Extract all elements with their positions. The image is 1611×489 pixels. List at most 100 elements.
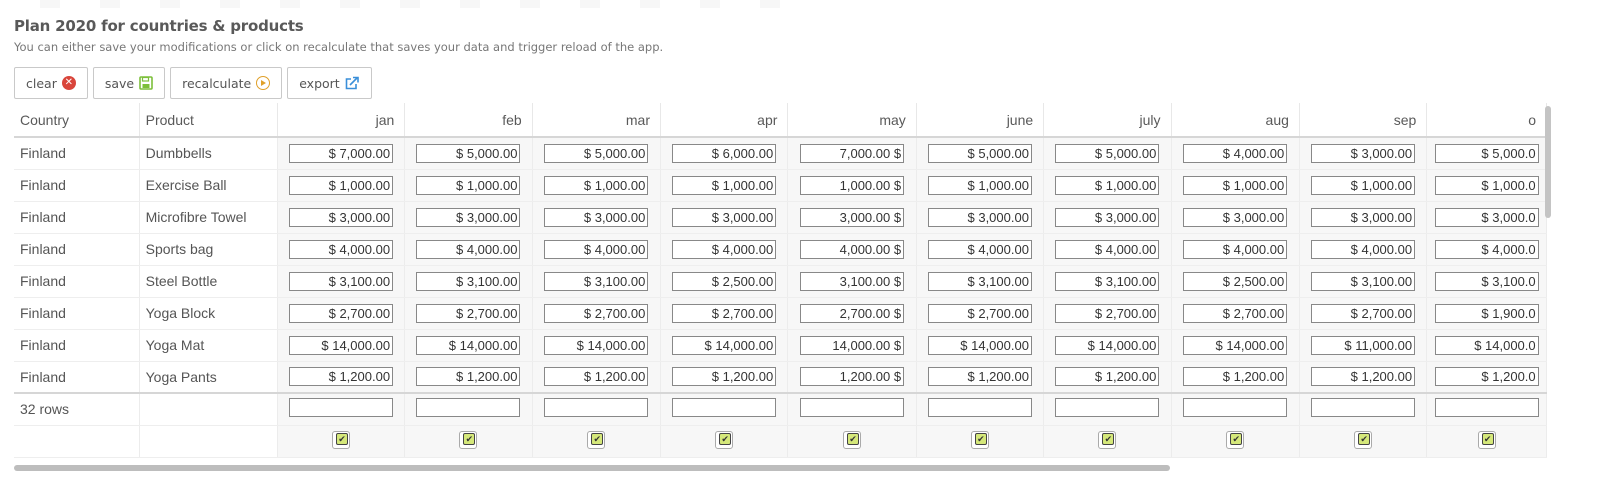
plan-value-input[interactable]: $ 5,000.00 [927,143,1032,163]
plan-value-input[interactable]: $ 2,500.00 [672,271,777,291]
plan-value-input[interactable]: $ 4,000.00 [544,239,649,259]
plan-value-input[interactable]: $ 1,000.00 [1055,175,1160,195]
plan-value-input[interactable]: $ 14,000.0 [1434,335,1539,355]
plan-value-input[interactable]: $ 1,900.0 [1434,303,1539,323]
bulk-value-input[interactable] [1055,398,1160,418]
plan-value-input[interactable]: $ 1,200.0 [1434,367,1539,387]
plan-value-input[interactable]: $ 2,700.00 [289,303,394,323]
plan-value-input[interactable]: $ 5,000.00 [416,143,521,163]
column-header-country[interactable]: Country [14,103,140,138]
apply-checkbox-icon[interactable] [1354,430,1373,449]
plan-value-input[interactable]: $ 1,200.00 [1311,367,1416,387]
plan-value-input[interactable]: $ 4,000.00 [1183,239,1288,259]
plan-value-input[interactable]: $ 1,000.00 [672,175,777,195]
plan-value-input[interactable]: $ 6,000.00 [672,143,777,163]
plan-value-input[interactable]: $ 4,000.00 [416,239,521,259]
plan-value-input[interactable]: $ 1,200.00 [289,367,394,387]
column-header-may[interactable]: may [787,103,917,138]
bulk-value-input[interactable] [927,398,1032,418]
plan-value-input[interactable]: $ 5,000.00 [544,143,649,163]
plan-value-input[interactable]: $ 1,000.00 [544,175,649,195]
plan-value-input[interactable]: $ 3,000.00 [289,207,394,227]
apply-checkbox-icon[interactable] [587,430,606,449]
plan-value-input[interactable]: $ 3,100.00 [927,271,1032,291]
plan-value-input[interactable]: $ 3,000.00 [1311,207,1416,227]
plan-value-input[interactable]: $ 3,100.00 [289,271,394,291]
apply-checkbox-icon[interactable] [970,430,989,449]
column-header-june[interactable]: june [916,103,1045,138]
plan-value-input[interactable]: $ 4,000.00 [1183,143,1288,163]
plan-value-input[interactable]: 4,000.00 $ [800,239,905,259]
plan-value-input[interactable]: $ 1,000.00 [1311,175,1416,195]
plan-value-input[interactable]: $ 1,000.00 [1183,175,1288,195]
plan-value-input[interactable]: $ 2,700.00 [544,303,649,323]
column-header-apr[interactable]: apr [660,103,789,138]
plan-value-input[interactable]: $ 3,000.00 [416,207,521,227]
plan-value-input[interactable]: $ 3,100.00 [544,271,649,291]
plan-value-input[interactable]: $ 1,200.00 [1055,367,1160,387]
plan-value-input[interactable]: 1,000.00 $ [800,175,905,195]
plan-value-input[interactable]: $ 1,200.00 [1183,367,1288,387]
plan-value-input[interactable]: $ 4,000.00 [289,239,394,259]
plan-value-input[interactable]: $ 4,000.00 [927,239,1032,259]
column-header-july[interactable]: july [1043,103,1172,138]
apply-checkbox-icon[interactable] [459,430,478,449]
bulk-value-input[interactable] [800,398,905,418]
plan-value-input[interactable]: 2,700.00 $ [800,303,905,323]
apply-checkbox-icon[interactable] [332,430,351,449]
plan-value-input[interactable]: $ 14,000.00 [927,335,1032,355]
apply-checkbox-icon[interactable] [1477,430,1496,449]
plan-value-input[interactable]: $ 14,000.00 [1055,335,1160,355]
plan-value-input[interactable]: $ 1,200.00 [927,367,1032,387]
plan-value-input[interactable]: $ 1,200.00 [416,367,521,387]
column-header-mar[interactable]: mar [532,103,662,138]
plan-value-input[interactable]: $ 1,000.00 [927,175,1032,195]
recalculate-button[interactable]: recalculate [170,67,283,99]
plan-value-input[interactable]: $ 5,000.00 [1055,143,1160,163]
apply-checkbox-icon[interactable] [843,430,862,449]
plan-value-input[interactable]: $ 3,100.00 [1311,271,1416,291]
plan-value-input[interactable]: $ 14,000.00 [672,335,777,355]
plan-value-input[interactable]: $ 2,700.00 [1055,303,1160,323]
plan-value-input[interactable]: $ 1,200.00 [544,367,649,387]
plan-value-input[interactable]: $ 3,000.00 [1055,207,1160,227]
column-header-feb[interactable]: feb [404,103,533,138]
apply-checkbox-icon[interactable] [715,430,734,449]
plan-value-input[interactable]: $ 5,000.0 [1434,143,1539,163]
plan-value-input[interactable]: $ 14,000.00 [1183,335,1288,355]
plan-value-input[interactable]: $ 3,100.00 [1055,271,1160,291]
plan-value-input[interactable]: $ 3,000.00 [672,207,777,227]
plan-value-input[interactable]: $ 7,000.00 [289,143,394,163]
bulk-value-input[interactable] [1434,398,1539,418]
plan-value-input[interactable]: 3,100.00 $ [800,271,905,291]
bulk-value-input[interactable] [544,398,649,418]
plan-value-input[interactable]: $ 1,000.0 [1434,175,1539,195]
plan-value-input[interactable]: $ 2,700.00 [1311,303,1416,323]
plan-value-input[interactable]: 14,000.00 $ [800,335,905,355]
plan-value-input[interactable]: $ 4,000.0 [1434,239,1539,259]
plan-value-input[interactable]: $ 14,000.00 [544,335,649,355]
column-header-jan[interactable]: jan [277,103,406,138]
plan-value-input[interactable]: $ 3,100.0 [1434,271,1539,291]
plan-value-input[interactable]: $ 4,000.00 [672,239,777,259]
column-header-sep[interactable]: sep [1299,103,1428,138]
plan-value-input[interactable]: 3,000.00 $ [800,207,905,227]
column-header-aug[interactable]: aug [1171,103,1300,138]
plan-value-input[interactable]: $ 4,000.00 [1311,239,1416,259]
bulk-value-input[interactable] [289,398,394,418]
plan-value-input[interactable]: 1,200.00 $ [800,367,905,387]
plan-value-input[interactable]: $ 2,700.00 [416,303,521,323]
plan-value-input[interactable]: $ 2,700.00 [927,303,1032,323]
save-button[interactable]: save [92,67,166,99]
bulk-value-input[interactable] [672,398,777,418]
plan-value-input[interactable]: $ 14,000.00 [289,335,394,355]
plan-value-input[interactable]: $ 3,000.00 [927,207,1032,227]
plan-value-input[interactable]: 7,000.00 $ [800,143,905,163]
apply-checkbox-icon[interactable] [1098,430,1117,449]
plan-value-input[interactable]: $ 3,000.0 [1434,207,1539,227]
plan-value-input[interactable]: $ 3,100.00 [416,271,521,291]
bulk-value-input[interactable] [1311,398,1416,418]
horizontal-scrollbar[interactable] [14,465,1170,471]
plan-value-input[interactable]: $ 2,500.00 [1183,271,1288,291]
plan-value-input[interactable]: $ 3,000.00 [1311,143,1416,163]
